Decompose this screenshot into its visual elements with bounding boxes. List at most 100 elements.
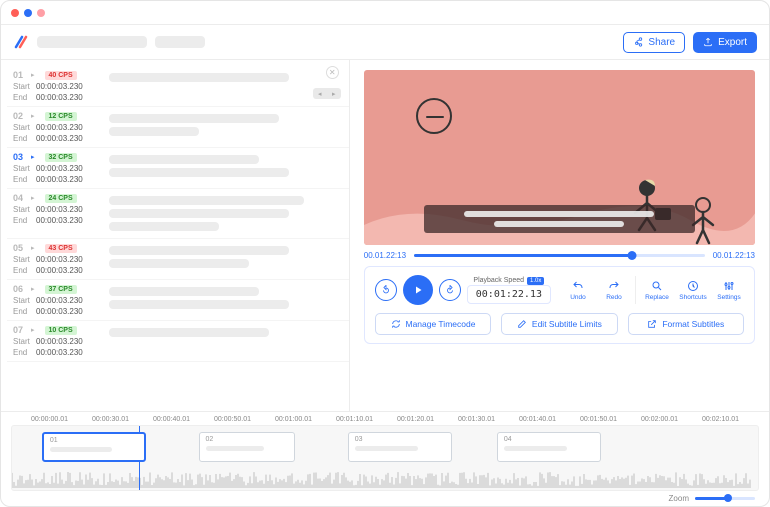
playback-speed-label: Playback Speed — [473, 277, 524, 284]
cps-badge: 32 CPS — [45, 153, 77, 162]
search-icon — [651, 280, 663, 292]
cue-index: 05 — [13, 243, 27, 253]
play-icon — [412, 284, 424, 296]
timeline: 00:00:00.0100:00:30.0100:00:40.0100:00:5… — [1, 411, 769, 506]
timeline-segment[interactable]: 03 — [348, 432, 452, 462]
external-icon — [647, 319, 657, 329]
replace-button[interactable]: Replace — [642, 280, 672, 301]
cue-row[interactable]: 01▸40 CPSStart00:00:03.230End00:00:03.23… — [7, 66, 349, 107]
playback-speed-value: 1.0x — [527, 277, 544, 285]
playback-speed-block[interactable]: Playback Speed1.0x 00:01:22.13 — [467, 277, 551, 304]
cps-badge: 43 CPS — [45, 244, 77, 253]
cue-text[interactable] — [109, 243, 343, 275]
end-label: End — [13, 266, 31, 275]
cps-badge: 12 CPS — [45, 112, 77, 121]
timecode-display: 00:01:22.13 — [467, 285, 551, 304]
edit-subtitle-limits-button[interactable]: Edit Subtitle Limits — [501, 313, 617, 335]
video-caption-overlay — [424, 205, 695, 233]
cue-text[interactable] — [109, 284, 343, 316]
play-button[interactable] — [403, 275, 433, 305]
caret-icon: ▸ — [31, 326, 35, 334]
illustration-moon — [416, 98, 452, 134]
cps-badge: 24 CPS — [45, 194, 77, 203]
window-min-dot[interactable] — [24, 9, 32, 17]
redo-button[interactable]: Redo — [599, 280, 629, 301]
video-scrubber[interactable] — [414, 254, 705, 257]
settings-button[interactable]: Settings — [714, 280, 744, 301]
clock-icon — [687, 280, 699, 292]
undo-icon — [572, 280, 584, 292]
start-time: 00:00:03.230 — [36, 296, 83, 305]
end-label: End — [13, 348, 31, 357]
end-label: End — [13, 175, 31, 184]
cps-badge: 37 CPS — [45, 285, 77, 294]
video-time-duration: 00.01.22:13 — [713, 251, 755, 260]
timeline-zoom: Zoom — [1, 491, 769, 506]
caret-icon: ▸ — [31, 244, 35, 252]
share-label: Share — [648, 37, 675, 48]
cue-index: 04 — [13, 193, 27, 203]
window-max-dot[interactable] — [37, 9, 45, 17]
start-time: 00:00:03.230 — [36, 123, 83, 132]
ruler-tick: 00:02:00.01 — [641, 416, 678, 423]
video-preview[interactable] — [364, 70, 755, 245]
cue-row[interactable]: 03▸32 CPSStart00:00:03.230End00:00:03.23… — [7, 148, 349, 189]
end-time: 00:00:03.230 — [36, 93, 83, 102]
end-time: 00:00:03.230 — [36, 348, 83, 357]
zoom-slider[interactable] — [695, 497, 755, 500]
start-label: Start — [13, 82, 31, 91]
cue-row[interactable]: 07▸10 CPSStart00:00:03.230End00:00:03.23… — [7, 321, 349, 362]
skip-forward-button[interactable] — [439, 279, 461, 301]
end-label: End — [13, 134, 31, 143]
cue-row[interactable]: 06▸37 CPSStart00:00:03.230End00:00:03.23… — [7, 280, 349, 321]
preview-panel: 00.01.22:13 00.01.22:13 Playback Speed1.… — [350, 60, 769, 411]
shortcuts-button[interactable]: Shortcuts — [678, 280, 708, 301]
manage-timecode-button[interactable]: Manage Timecode — [375, 313, 491, 335]
cue-row[interactable]: 04▸24 CPSStart00:00:03.230End00:00:03.23… — [7, 189, 349, 239]
export-button[interactable]: Export — [693, 32, 757, 53]
format-subtitles-button[interactable]: Format Subtitles — [628, 313, 744, 335]
ruler-tick: 00:00:30.01 — [92, 416, 129, 423]
start-time: 00:00:03.230 — [36, 337, 83, 346]
project-title-placeholder — [37, 36, 147, 48]
cue-text[interactable] — [109, 193, 343, 234]
ruler-tick: 00:01:30.01 — [458, 416, 495, 423]
cue-row[interactable]: 02▸12 CPSStart00:00:03.230End00:00:03.23… — [7, 107, 349, 148]
waveform — [12, 470, 752, 488]
share-icon — [633, 37, 643, 47]
cue-text[interactable] — [109, 152, 343, 184]
cue-index: 07 — [13, 325, 27, 335]
ruler-tick: 00:00:40.01 — [153, 416, 190, 423]
cps-badge: 40 CPS — [45, 71, 77, 80]
project-meta-placeholder — [155, 36, 205, 48]
ruler-tick: 00:00:00.01 — [31, 416, 68, 423]
cue-text[interactable] — [109, 111, 343, 143]
cue-row[interactable]: 05▸43 CPSStart00:00:03.230End00:00:03.23… — [7, 239, 349, 280]
start-time: 00:00:03.230 — [36, 255, 83, 264]
skip-back-button[interactable] — [375, 279, 397, 301]
timeline-segment[interactable]: 04 — [497, 432, 601, 462]
cue-index: 02 — [13, 111, 27, 121]
caret-icon: ▸ — [31, 285, 35, 293]
window-close-dot[interactable] — [11, 9, 19, 17]
undo-button[interactable]: Undo — [563, 280, 593, 301]
end-label: End — [13, 216, 31, 225]
cue-text[interactable] — [109, 325, 343, 357]
timeline-track[interactable]: 01 02 03 04 — [11, 425, 759, 491]
share-button[interactable]: Share — [623, 32, 685, 53]
sliders-icon — [723, 280, 735, 292]
segment-label: 04 — [504, 436, 594, 443]
subtitle-panel: ✕ ◂▸ 01▸40 CPSStart00:00:03.230End00:00:… — [1, 60, 350, 411]
end-time: 00:00:03.230 — [36, 266, 83, 275]
ruler-tick: 00:01:40.01 — [519, 416, 556, 423]
timeline-segment[interactable]: 01 — [42, 432, 146, 462]
caret-icon: ▸ — [31, 112, 35, 120]
end-time: 00:00:03.230 — [36, 216, 83, 225]
caret-icon: ▸ — [31, 71, 35, 79]
end-time: 00:00:03.230 — [36, 134, 83, 143]
cue-text[interactable] — [109, 70, 343, 102]
cps-badge: 10 CPS — [45, 326, 77, 335]
start-time: 00:00:03.230 — [36, 82, 83, 91]
cue-list[interactable]: ✕ ◂▸ 01▸40 CPSStart00:00:03.230End00:00:… — [1, 60, 349, 411]
timeline-segment[interactable]: 02 — [199, 432, 296, 462]
